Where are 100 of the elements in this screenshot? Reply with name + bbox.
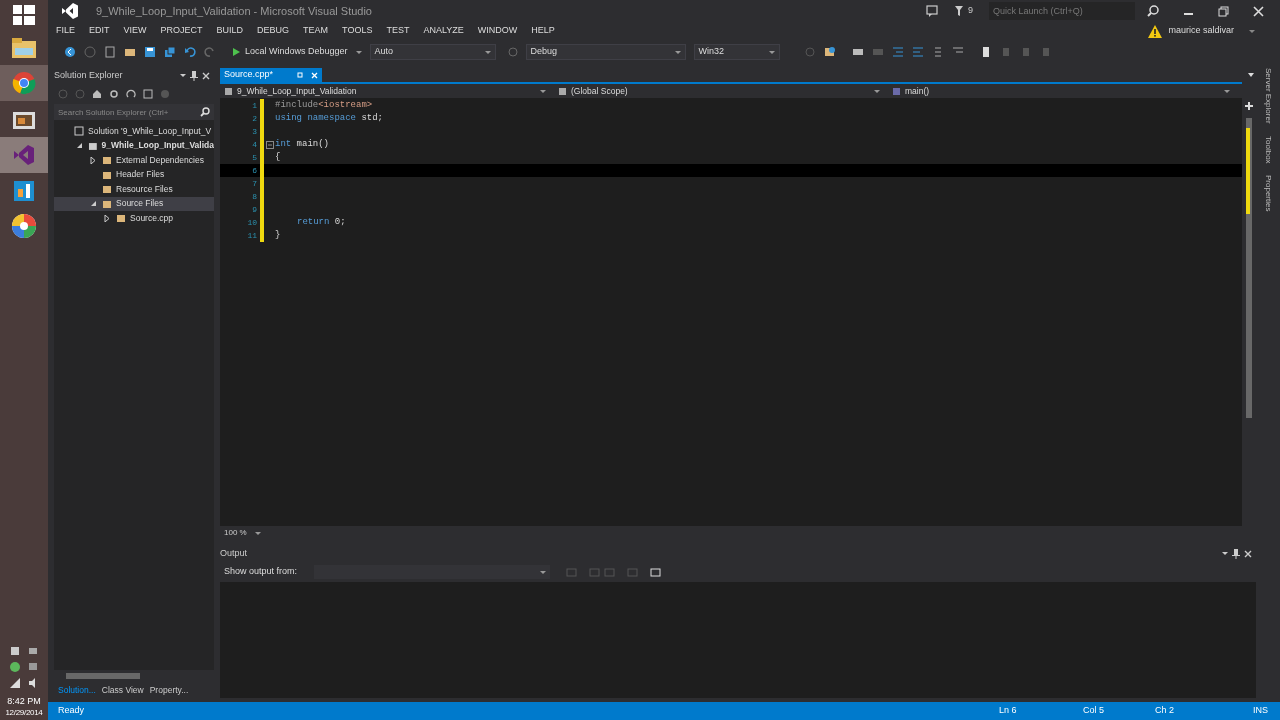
app-icon[interactable]: [12, 179, 36, 203]
open-folder-icon[interactable]: [124, 46, 136, 58]
caret-icon: [540, 89, 546, 93]
find-icon[interactable]: [823, 46, 836, 58]
tree-item[interactable]: Solution '9_While_Loop_Input_V: [54, 124, 214, 139]
pin-icon[interactable]: [1232, 549, 1240, 559]
side-tab[interactable]: Toolbox: [1262, 135, 1274, 164]
dropdown-icon[interactable]: [180, 74, 186, 78]
status-icon[interactable]: [10, 662, 20, 672]
line-number: 4: [251, 138, 258, 151]
menu-item[interactable]: DEBUG: [257, 24, 290, 38]
folder-icon[interactable]: [11, 36, 37, 60]
dropdown[interactable]: Debug: [525, 44, 686, 60]
caret-icon[interactable]: [355, 50, 362, 54]
sync-icon[interactable]: [109, 89, 119, 99]
scroll-thumb[interactable]: [1246, 118, 1252, 418]
dropdown[interactable]: Auto: [369, 44, 496, 60]
panel-tab[interactable]: Property...: [149, 683, 189, 697]
close-icon[interactable]: [1244, 550, 1252, 558]
window-title: 9_While_Loop_Input_Validation - Microsoft Visual Studio: [96, 3, 372, 19]
menu-item[interactable]: ANALYZE: [423, 24, 464, 38]
dropdown-icon[interactable]: [1222, 552, 1228, 556]
image-viewer-icon[interactable]: [12, 109, 36, 131]
line-number: 9: [251, 203, 258, 216]
side-tab[interactable]: Properties: [1262, 175, 1274, 212]
class-icon: [558, 86, 567, 96]
dropdown-value: Win32: [698, 45, 725, 59]
visual-studio-icon[interactable]: [11, 143, 37, 167]
tree-item[interactable]: Resource Files: [54, 182, 214, 197]
quick-launch-field[interactable]: Quick Launch (Ctrl+Q): [989, 2, 1135, 20]
menu-item[interactable]: EDIT: [89, 24, 110, 38]
monitor-icon[interactable]: [28, 646, 38, 656]
menu-item[interactable]: BUILD: [216, 24, 244, 38]
side-tab[interactable]: Server Explorer: [1262, 68, 1274, 124]
search-icon[interactable]: [1147, 5, 1159, 17]
back-icon[interactable]: [64, 46, 76, 58]
notification-count: 9: [968, 4, 973, 18]
signal-icon[interactable]: [10, 678, 20, 688]
browser-icon[interactable]: [12, 71, 36, 95]
expanded-arrow-icon[interactable]: [90, 200, 97, 208]
menu-item[interactable]: TEAM: [303, 24, 329, 38]
menu-item[interactable]: TOOLS: [342, 24, 373, 38]
tree-label: Source.cpp: [130, 211, 173, 225]
caret-icon: [674, 50, 681, 54]
feedback-icon[interactable]: [926, 4, 938, 18]
tab-list-icon[interactable]: [1248, 72, 1254, 78]
tree-item[interactable]: 9_While_Loop_Input_Valida: [54, 138, 214, 153]
restore-icon[interactable]: [1218, 5, 1229, 17]
expanded-arrow-icon[interactable]: [76, 142, 83, 150]
collapse-all-icon[interactable]: [143, 89, 153, 99]
windows-logo-icon[interactable]: [13, 5, 35, 25]
split-icon[interactable]: [1245, 102, 1253, 110]
code-line: int main(): [275, 137, 329, 151]
menu-item[interactable]: PROJECT: [160, 24, 203, 38]
tree-item[interactable]: External Dependencies: [54, 153, 214, 168]
tree-item[interactable]: Header Files: [54, 167, 214, 182]
word-wrap-icon[interactable]: [650, 566, 661, 578]
volume-icon[interactable]: [28, 678, 38, 688]
caret-icon[interactable]: [1248, 28, 1256, 34]
line-number: 2: [251, 112, 258, 125]
close-icon[interactable]: [1253, 5, 1264, 17]
network-icon[interactable]: [28, 662, 38, 672]
clock-date[interactable]: 12/29/2014: [5, 707, 43, 718]
warning-icon: [1148, 24, 1163, 38]
panel-tab[interactable]: Class View: [101, 683, 144, 697]
undo-icon[interactable]: [184, 46, 196, 58]
close-icon[interactable]: [202, 72, 210, 80]
refresh-icon[interactable]: [126, 89, 136, 99]
save-icon[interactable]: [144, 46, 156, 58]
line-number: 11: [246, 229, 258, 242]
zoom-dropdown[interactable]: 100 %: [224, 527, 261, 539]
scroll-thumb[interactable]: [66, 673, 140, 679]
scope-dropdown[interactable]: (Global Scope): [558, 84, 888, 98]
collapse-icon[interactable]: [265, 140, 274, 149]
project-dropdown[interactable]: 9_While_Loop_Input_Validation: [224, 84, 554, 98]
menu-item[interactable]: TEST: [386, 24, 410, 38]
color-wheel-icon[interactable]: [11, 213, 37, 239]
tree-item[interactable]: Source Files: [54, 196, 214, 211]
target-icon[interactable]: [507, 47, 518, 57]
dropdown[interactable]: Win32: [693, 44, 780, 60]
new-project-icon[interactable]: [104, 46, 116, 58]
collapsed-arrow-icon[interactable]: [104, 214, 110, 222]
pin-icon[interactable]: [190, 71, 198, 81]
tree-item[interactable]: Source.cpp: [54, 211, 214, 226]
clock-time[interactable]: 8:42 PM: [7, 696, 41, 707]
menu-item[interactable]: FILE: [56, 24, 75, 38]
menu-item[interactable]: HELP: [531, 24, 555, 38]
start-debugging-button[interactable]: Local Windows Debugger: [232, 45, 348, 59]
home-icon[interactable]: [92, 89, 102, 99]
menu-item[interactable]: VIEW: [123, 24, 147, 38]
notification-flag-icon[interactable]: [954, 5, 964, 17]
account-name[interactable]: maurice saldivar: [1168, 24, 1234, 38]
menu-item[interactable]: WINDOW: [477, 24, 518, 38]
panel-tab[interactable]: Solution...: [58, 683, 96, 697]
solution-icon[interactable]: [851, 46, 864, 58]
collapsed-arrow-icon[interactable]: [90, 156, 96, 164]
member-dropdown[interactable]: main(): [892, 84, 1238, 98]
redo-icon[interactable]: [204, 46, 216, 58]
save-all-icon[interactable]: [164, 46, 176, 58]
tray-icon[interactable]: [10, 646, 20, 656]
